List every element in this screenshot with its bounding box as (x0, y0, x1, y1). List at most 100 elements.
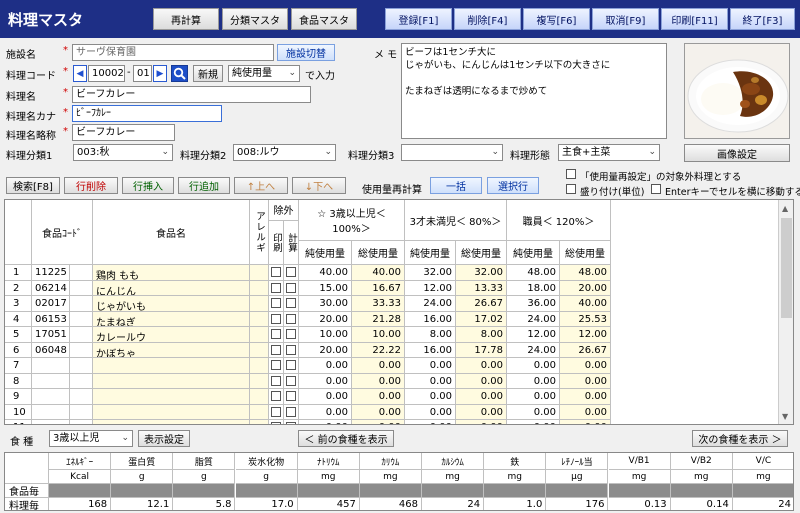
delete-row-button[interactable]: 行削除 (64, 177, 118, 194)
total-usage-cell[interactable]: 10.00 (352, 327, 405, 343)
net-usage-cell[interactable]: 40.00 (299, 265, 352, 281)
food-name-cell[interactable] (93, 389, 250, 405)
total-usage-cell[interactable]: 21.28 (352, 311, 405, 327)
total-usage-cell[interactable]: 0.00 (352, 373, 405, 389)
net-usage-cell[interactable]: 0.00 (299, 404, 352, 420)
category-master-button[interactable]: 分類マスタ (222, 8, 288, 30)
print-checkbox[interactable] (271, 375, 281, 386)
food-name-cell[interactable]: たまねぎ (93, 311, 250, 327)
meal-type-select[interactable]: 3歳以上児 ⌄ (49, 430, 133, 447)
calc-check-cell[interactable] (284, 373, 299, 389)
food-code-extra-cell[interactable] (70, 420, 93, 424)
kana-field[interactable]: ﾋﾞｰﾌｶﾚｰ (72, 105, 222, 122)
delete-button[interactable]: 削除[F4] (454, 8, 521, 30)
usage-select[interactable]: 純使用量 ⌄ (228, 65, 300, 82)
net-usage-cell[interactable]: 20.00 (299, 342, 352, 358)
net-usage-cell[interactable]: 24.00 (507, 311, 560, 327)
net-usage-cell[interactable]: 0.00 (299, 373, 352, 389)
code-field[interactable]: 10002 (88, 65, 125, 82)
net-usage-cell[interactable]: 36.00 (507, 296, 560, 312)
calc-checkbox[interactable] (286, 391, 296, 401)
recalc-selected-button[interactable]: 選択行 (487, 177, 539, 194)
food-name-cell[interactable]: じゃがいも (93, 296, 250, 312)
net-usage-cell[interactable]: 8.00 (405, 327, 456, 343)
print-checkbox[interactable] (271, 298, 281, 308)
food-name-cell[interactable]: かぼちゃ (93, 342, 250, 358)
food-name-cell[interactable]: カレールウ (93, 327, 250, 343)
total-usage-cell[interactable]: 0.00 (560, 404, 611, 420)
total-usage-cell[interactable]: 13.33 (456, 280, 507, 296)
total-usage-cell[interactable]: 0.00 (560, 358, 611, 374)
calc-checkbox[interactable] (286, 360, 296, 370)
net-usage-cell[interactable]: 0.00 (405, 420, 456, 424)
calc-check-cell[interactable] (284, 404, 299, 420)
total-usage-cell[interactable]: 0.00 (456, 389, 507, 405)
food-code-cell[interactable]: 06214 (32, 280, 70, 296)
print-check-cell[interactable] (269, 389, 284, 405)
print-check-cell[interactable] (269, 404, 284, 420)
calc-checkbox[interactable] (286, 422, 296, 424)
exclude-checkbox[interactable] (566, 169, 576, 179)
short-name-field[interactable]: ビーフカレー (72, 124, 175, 141)
total-usage-cell[interactable]: 26.67 (456, 296, 507, 312)
register-button[interactable]: 登録[F1] (385, 8, 452, 30)
food-master-button[interactable]: 食品マスタ (291, 8, 357, 30)
new-button[interactable]: 新規 (193, 65, 223, 82)
total-usage-cell[interactable]: 33.33 (352, 296, 405, 312)
food-code-cell[interactable]: 06048 (32, 342, 70, 358)
total-usage-cell[interactable]: 16.67 (352, 280, 405, 296)
scroll-thumb[interactable] (781, 218, 792, 318)
image-settings-button[interactable]: 画像設定 (684, 144, 790, 162)
food-code-cell[interactable] (32, 358, 70, 374)
calc-checkbox[interactable] (286, 375, 296, 386)
print-check-cell[interactable] (269, 358, 284, 374)
print-checkbox[interactable] (271, 313, 281, 324)
net-usage-cell[interactable]: 0.00 (507, 389, 560, 405)
prev-meal-button[interactable]: ＜ 前の食種を表示 (298, 430, 394, 447)
calc-checkbox[interactable] (286, 329, 296, 339)
net-usage-cell[interactable]: 12.00 (507, 327, 560, 343)
food-name-cell[interactable] (93, 373, 250, 389)
move-up-button[interactable]: ↑上へ (234, 177, 288, 194)
food-code-extra-cell[interactable] (70, 389, 93, 405)
search-button[interactable]: 検索[F8] (6, 177, 60, 194)
move-down-button[interactable]: ↓下へ (292, 177, 346, 194)
total-usage-cell[interactable]: 26.67 (560, 342, 611, 358)
food-code-cell[interactable]: 06153 (32, 311, 70, 327)
print-check-cell[interactable] (269, 311, 284, 327)
net-usage-cell[interactable]: 24.00 (507, 342, 560, 358)
calc-checkbox[interactable] (286, 344, 296, 355)
allergy-cell[interactable] (250, 327, 269, 343)
print-checkbox[interactable] (271, 344, 281, 355)
total-usage-cell[interactable]: 32.00 (456, 265, 507, 281)
food-code-extra-cell[interactable] (70, 265, 93, 281)
category2-select[interactable]: 008:ルウ ⌄ (233, 144, 336, 161)
net-usage-cell[interactable]: 24.00 (405, 296, 456, 312)
copy-button[interactable]: 複写[F6] (523, 8, 590, 30)
food-code-cell[interactable] (32, 373, 70, 389)
food-name-cell[interactable]: 鶏肉 もも (93, 265, 250, 281)
print-check-cell[interactable] (269, 296, 284, 312)
total-usage-cell[interactable]: 0.00 (352, 420, 405, 424)
allergy-cell[interactable] (250, 265, 269, 281)
calc-checkbox[interactable] (286, 282, 296, 293)
calc-checkbox[interactable] (286, 267, 296, 277)
food-code-extra-cell[interactable] (70, 280, 93, 296)
net-usage-cell[interactable]: 0.00 (507, 420, 560, 424)
dish-name-field[interactable]: ビーフカレー (72, 86, 311, 103)
food-code-extra-cell[interactable] (70, 296, 93, 312)
print-checkbox[interactable] (271, 360, 281, 370)
print-check-cell[interactable] (269, 265, 284, 281)
total-usage-cell[interactable]: 0.00 (560, 373, 611, 389)
total-usage-cell[interactable]: 0.00 (456, 373, 507, 389)
allergy-cell[interactable] (250, 420, 269, 424)
memo-textarea[interactable]: ビーフは1センチ大に じゃがいも、にんじんは1センチ以下の大きさに たまねぎは透… (401, 43, 667, 139)
total-usage-cell[interactable]: 8.00 (456, 327, 507, 343)
net-usage-cell[interactable]: 0.00 (405, 389, 456, 405)
net-usage-cell[interactable]: 12.00 (405, 280, 456, 296)
food-code-extra-cell[interactable] (70, 327, 93, 343)
print-check-cell[interactable] (269, 327, 284, 343)
allergy-cell[interactable] (250, 373, 269, 389)
net-usage-cell[interactable]: 15.00 (299, 280, 352, 296)
facility-switch-button[interactable]: 施設切替 (277, 44, 335, 61)
